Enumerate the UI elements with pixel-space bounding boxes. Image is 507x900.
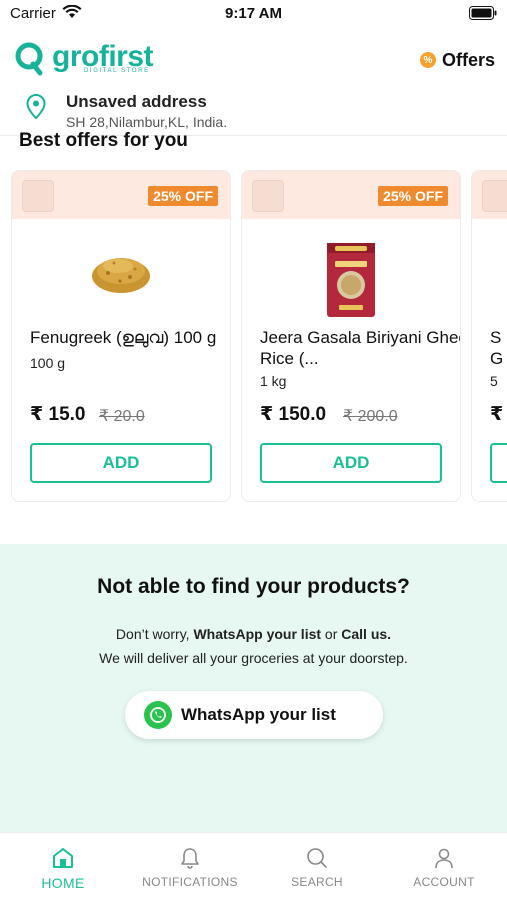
thumbnail-placeholder [22, 180, 54, 212]
add-to-cart-button[interactable]: ADD [30, 443, 212, 483]
app-header: grofirst DIGITAL STORE % Offers [0, 30, 507, 86]
find-products-text: Don’t worry, WhatsApp your list or Call … [115, 626, 392, 642]
product-card[interactable]: 25% OFF Fenugreek (ഉലുവ) 100 g 100 g ₹ 1… [11, 170, 231, 502]
product-mrp: ₹ 200.0 [343, 408, 398, 425]
nav-account[interactable]: ACCOUNT [381, 845, 507, 889]
product-price: ₹ 15.0 [30, 404, 86, 425]
offers-percent-icon: % [419, 52, 436, 68]
product-card[interactable]: 25% OFF Jeera Gasala Biriyani Ghee Rice … [241, 170, 461, 502]
delivery-address[interactable]: Unsaved address SH 28,Nilambur,KL, India… [0, 86, 507, 136]
whatsapp-link[interactable]: WhatsApp your list [193, 626, 321, 642]
find-products-title: Not able to find your products? [97, 575, 410, 598]
address-title: Unsaved address [66, 92, 207, 111]
logo-subtitle: DIGITAL STORE [84, 68, 150, 74]
nav-account-label: ACCOUNT [413, 875, 475, 889]
clock: 9:17 AM [225, 5, 282, 22]
product-card[interactable]: SG 5 ₹ [471, 170, 507, 502]
nav-home-label: HOME [41, 875, 85, 891]
nav-notifications[interactable]: NOTIFICATIONS [127, 845, 253, 889]
search-icon [307, 848, 327, 868]
product-carousel[interactable]: 25% OFF Fenugreek (ഉലുവ) 100 g 100 g ₹ 1… [0, 170, 507, 505]
product-price: ₹ [490, 404, 504, 425]
add-to-cart-button[interactable]: ADD [260, 443, 442, 483]
bottom-navigation: HOME NOTIFICATIONS SEARCH ACCOUNT [0, 832, 507, 900]
whatsapp-icon [144, 701, 172, 729]
nav-notifications-label: NOTIFICATIONS [142, 875, 238, 889]
thumbnail-placeholder [252, 180, 284, 212]
discount-badge: 25% OFF [148, 186, 218, 206]
section-title: Best offers for you [19, 130, 188, 151]
product-price: ₹ 150.0 [260, 404, 327, 425]
location-pin-icon [26, 94, 46, 120]
address-line: SH 28,Nilambur,KL, India. [66, 114, 228, 130]
product-name: Fenugreek (ഉലുവ) 100 g [30, 328, 217, 347]
product-quantity: 1 kg [260, 373, 287, 389]
fenugreek-image [92, 258, 150, 293]
add-to-cart-button[interactable] [490, 443, 507, 483]
product-name: SG [490, 328, 504, 368]
rice-packet-image [327, 243, 375, 317]
product-quantity: 5 [490, 373, 498, 389]
bell-icon [181, 848, 199, 869]
nav-home[interactable]: HOME [0, 845, 126, 891]
battery-icon [469, 6, 497, 20]
card-header: 25% OFF [12, 171, 230, 219]
home-icon [53, 848, 73, 868]
product-name: Jeera Gasala Biriyani Ghee Rice (... [260, 328, 461, 368]
call-us-link[interactable]: Call us. [341, 626, 391, 642]
product-quantity: 100 g [30, 355, 66, 371]
find-products-panel: Not able to find your products? Don’t wo… [0, 544, 507, 832]
offers-button[interactable]: % Offers [419, 48, 495, 72]
delivery-text: We will deliver all your groceries at yo… [99, 650, 408, 666]
nav-search-label: SEARCH [291, 875, 343, 889]
card-header: 25% OFF [242, 171, 460, 219]
offers-label: Offers [441, 49, 495, 70]
nav-search[interactable]: SEARCH [254, 845, 380, 889]
logo-pin-icon [15, 42, 43, 76]
product-mrp: ₹ 20.0 [99, 408, 145, 425]
card-header [472, 171, 507, 219]
status-bar: Carrier 9:17 AM [0, 0, 507, 30]
person-icon [435, 848, 453, 869]
thumbnail-placeholder [482, 180, 507, 212]
whatsapp-list-button[interactable]: WhatsApp your list [125, 691, 383, 739]
discount-badge: 25% OFF [378, 186, 448, 206]
whatsapp-button-label: WhatsApp your list [181, 705, 336, 724]
